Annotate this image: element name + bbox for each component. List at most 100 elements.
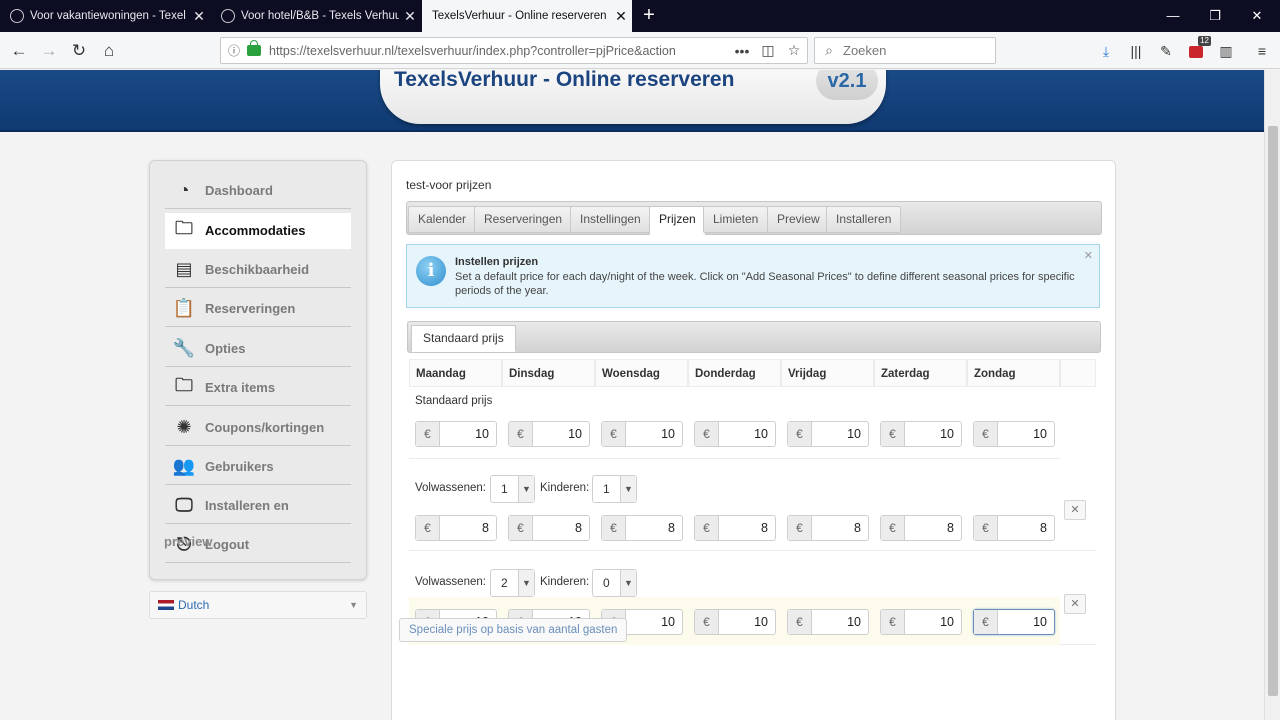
close-icon[interactable]: ✕ <box>610 8 632 25</box>
monitor-icon: 🖵 <box>175 495 193 515</box>
adults-select[interactable]: 1 ▼ <box>490 475 535 503</box>
close-icon[interactable]: ✕ <box>399 8 421 25</box>
close-icon[interactable]: ✕ <box>188 8 210 25</box>
euro-icon: € <box>416 422 440 446</box>
adults-label: Volwassenen: <box>415 576 486 588</box>
children-select[interactable]: 0 ▼ <box>592 569 637 597</box>
page-scrollbar[interactable] <box>1264 70 1280 720</box>
bookmark-star-icon[interactable]: ☆ <box>781 42 807 59</box>
language-label: Dutch <box>178 598 210 612</box>
price-value: 8 <box>854 521 861 535</box>
price-input-row1-vrijdag[interactable]: €8 <box>787 515 869 541</box>
url-text[interactable]: https://texelsverhuur.nl/texelsverhuur/i… <box>269 44 729 58</box>
sidebar-item-installeren[interactable]: 🖵 Installeren en <box>165 488 351 524</box>
sidebar-item-reserveringen[interactable]: 📋 Reserveringen <box>165 291 351 327</box>
more-actions-icon[interactable]: ••• <box>729 43 755 59</box>
tab-limieten[interactable]: Limieten <box>703 206 769 233</box>
close-icon[interactable]: ✕ <box>1084 249 1093 262</box>
extension-icon[interactable]: 12 <box>1183 36 1211 64</box>
eyedropper-icon[interactable]: ✎ <box>1153 38 1179 64</box>
special-price-button[interactable]: Speciale prijs op basis van aantal gaste… <box>399 618 628 642</box>
search-placeholder: Zoeken <box>843 43 887 58</box>
sidebar-item-opties[interactable]: 🔧 Opties <box>165 331 351 367</box>
price-input-default-zaterdag[interactable]: €10 <box>880 421 962 447</box>
sidebar-item-label: Installeren en <box>205 498 289 513</box>
price-input-default-woensdag[interactable]: €10 <box>601 421 683 447</box>
new-tab-button[interactable]: + <box>638 4 660 26</box>
browser-tab-1[interactable]: Voor vakantiewoningen - Texel ✕ <box>0 0 210 32</box>
tab-standaard-prijs[interactable]: Standaard prijs <box>411 325 516 352</box>
euro-icon: € <box>509 422 533 446</box>
tab-preview[interactable]: Preview <box>767 206 830 233</box>
reload-icon[interactable]: ↻ <box>66 38 92 64</box>
delete-row-button[interactable]: ✕ <box>1064 594 1086 614</box>
euro-icon: € <box>881 422 905 446</box>
tab-prijzen[interactable]: Prijzen <box>649 206 706 235</box>
sidebar-item-extra-items[interactable]: 🗀 Extra items <box>165 370 351 406</box>
dutch-flag-icon <box>158 600 174 610</box>
price-value: 10 <box>754 615 768 629</box>
address-bar[interactable]: ⓘ https://texelsverhuur.nl/texelsverhuur… <box>220 37 808 64</box>
children-label: Kinderen: <box>540 576 590 588</box>
download-icon[interactable]: ⤓ <box>1093 38 1119 64</box>
main-tabs: Kalender Reserveringen Instellingen Prij… <box>406 201 1102 235</box>
sidebar-item-coupons[interactable]: ✺ Coupons/kortingen <box>165 410 351 446</box>
menu-icon[interactable]: ≡ <box>1249 38 1275 64</box>
tab-instellingen[interactable]: Instellingen <box>570 206 651 233</box>
price-input-default-dinsdag[interactable]: €10 <box>508 421 590 447</box>
clipboard-icon: 📋 <box>172 298 196 318</box>
price-input-row1-maandag[interactable]: €8 <box>415 515 497 541</box>
window-close-button[interactable]: ✕ <box>1236 0 1278 32</box>
sidebar-item-gebruikers[interactable]: 👥 Gebruikers <box>165 449 351 485</box>
delete-row-button[interactable]: ✕ <box>1064 500 1086 520</box>
browser-tab-2[interactable]: Voor hotel/B&B - Texels Verhuur ✕ <box>211 0 421 32</box>
pocket-icon[interactable]: ◫ <box>755 42 781 59</box>
price-input-default-donderdag[interactable]: €10 <box>694 421 776 447</box>
day-header-donderdag: Donderdag <box>688 359 781 387</box>
restore-button[interactable]: ❐ <box>1194 0 1236 32</box>
day-header-woensdag: Woensdag <box>595 359 688 387</box>
page-content: TexelsVerhuur - Online reserveren v2.1 ◔… <box>0 70 1264 720</box>
sidebar-toggle-icon[interactable]: ▥ <box>1213 38 1239 64</box>
price-input-row2-vrijdag[interactable]: €10 <box>787 609 869 635</box>
price-input-default-vrijdag[interactable]: €10 <box>787 421 869 447</box>
sidebar-item-accommodaties[interactable]: 🗀 Accommodaties <box>165 213 351 249</box>
price-input-default-zondag[interactable]: €10 <box>973 421 1055 447</box>
price-input-row1-zondag[interactable]: €8 <box>973 515 1055 541</box>
euro-icon: € <box>788 610 812 634</box>
language-select[interactable]: Dutch ▼ <box>149 591 367 619</box>
sidebar-item-beschikbaarheid[interactable]: ▤ Beschikbaarheid <box>165 252 351 288</box>
chevron-down-icon: ▼ <box>518 476 534 502</box>
tab-kalender[interactable]: Kalender <box>408 206 477 233</box>
browser-tab-title: Voor hotel/B&B - Texels Verhuur <box>241 10 399 22</box>
search-input[interactable]: ⌕ Zoeken <box>814 37 996 64</box>
info-icon[interactable]: ⓘ <box>221 42 247 59</box>
price-input-row1-zaterdag[interactable]: €8 <box>880 515 962 541</box>
children-select[interactable]: 1 ▼ <box>592 475 637 503</box>
euro-icon: € <box>788 422 812 446</box>
scrollbar-thumb[interactable] <box>1268 126 1278 696</box>
sidebar-item-dashboard[interactable]: ◔ Dashboard <box>165 173 351 209</box>
price-value: 8 <box>947 521 954 535</box>
price-input-row1-dinsdag[interactable]: €8 <box>508 515 590 541</box>
minimize-button[interactable]: — <box>1152 0 1194 32</box>
price-input-row2-zondag[interactable]: €10 <box>973 609 1055 635</box>
main-panel: test-voor prijzen Kalender Reserveringen… <box>391 160 1116 720</box>
adults-select[interactable]: 2 ▼ <box>490 569 535 597</box>
price-input-default-maandag[interactable]: €10 <box>415 421 497 447</box>
price-input-row2-zaterdag[interactable]: €10 <box>880 609 962 635</box>
home-icon[interactable]: ⌂ <box>96 38 122 64</box>
sidebar-item-label: Opties <box>205 341 246 356</box>
forward-arrow-icon[interactable]: → <box>36 38 62 64</box>
browser-tab-3[interactable]: TexelsVerhuur - Online reserveren ✕ <box>422 0 632 32</box>
back-arrow-icon[interactable]: ← <box>6 38 32 64</box>
price-input-row1-woensdag[interactable]: €8 <box>601 515 683 541</box>
price-value: 8 <box>761 521 768 535</box>
folder-add-icon: 🗀 <box>175 374 193 395</box>
tab-installeren[interactable]: Installeren <box>826 206 902 233</box>
price-input-row1-donderdag[interactable]: €8 <box>694 515 776 541</box>
tab-reserveringen[interactable]: Reserveringen <box>474 206 573 233</box>
library-icon[interactable]: ||| <box>1123 38 1149 64</box>
users-icon: 👥 <box>172 456 196 476</box>
price-input-row2-donderdag[interactable]: €10 <box>694 609 776 635</box>
